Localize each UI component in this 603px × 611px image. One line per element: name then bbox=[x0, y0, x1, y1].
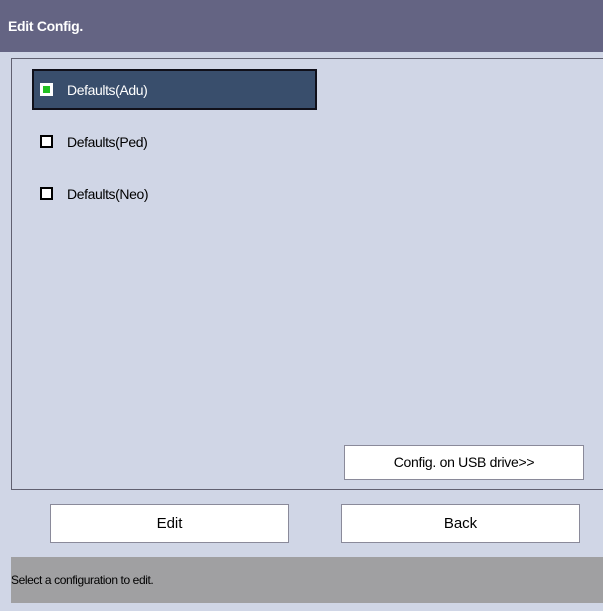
edit-button[interactable]: Edit bbox=[50, 504, 289, 543]
checkbox-icon bbox=[40, 83, 53, 96]
config-item-label: Defaults(Ped) bbox=[67, 133, 148, 150]
config-list-panel: Defaults(Adu) Defaults(Ped) Defaults(Neo… bbox=[11, 58, 603, 490]
config-item-defaults-neo[interactable]: Defaults(Neo) bbox=[32, 173, 317, 214]
edit-config-window: Edit Config. Defaults(Adu) Defaults(Ped)… bbox=[0, 0, 603, 611]
checkbox-icon bbox=[40, 187, 53, 200]
checkbox-icon bbox=[40, 135, 53, 148]
config-list: Defaults(Adu) Defaults(Ped) Defaults(Neo… bbox=[32, 69, 317, 225]
window-title: Edit Config. bbox=[0, 0, 603, 52]
status-message: Select a configuration to edit. bbox=[11, 557, 603, 603]
config-item-defaults-ped[interactable]: Defaults(Ped) bbox=[32, 121, 317, 162]
back-button[interactable]: Back bbox=[341, 504, 580, 543]
config-item-label: Defaults(Neo) bbox=[67, 185, 149, 202]
config-on-usb-button[interactable]: Config. on USB drive>> bbox=[344, 445, 584, 480]
config-item-label: Defaults(Adu) bbox=[67, 81, 148, 98]
config-item-defaults-adu[interactable]: Defaults(Adu) bbox=[32, 69, 317, 110]
